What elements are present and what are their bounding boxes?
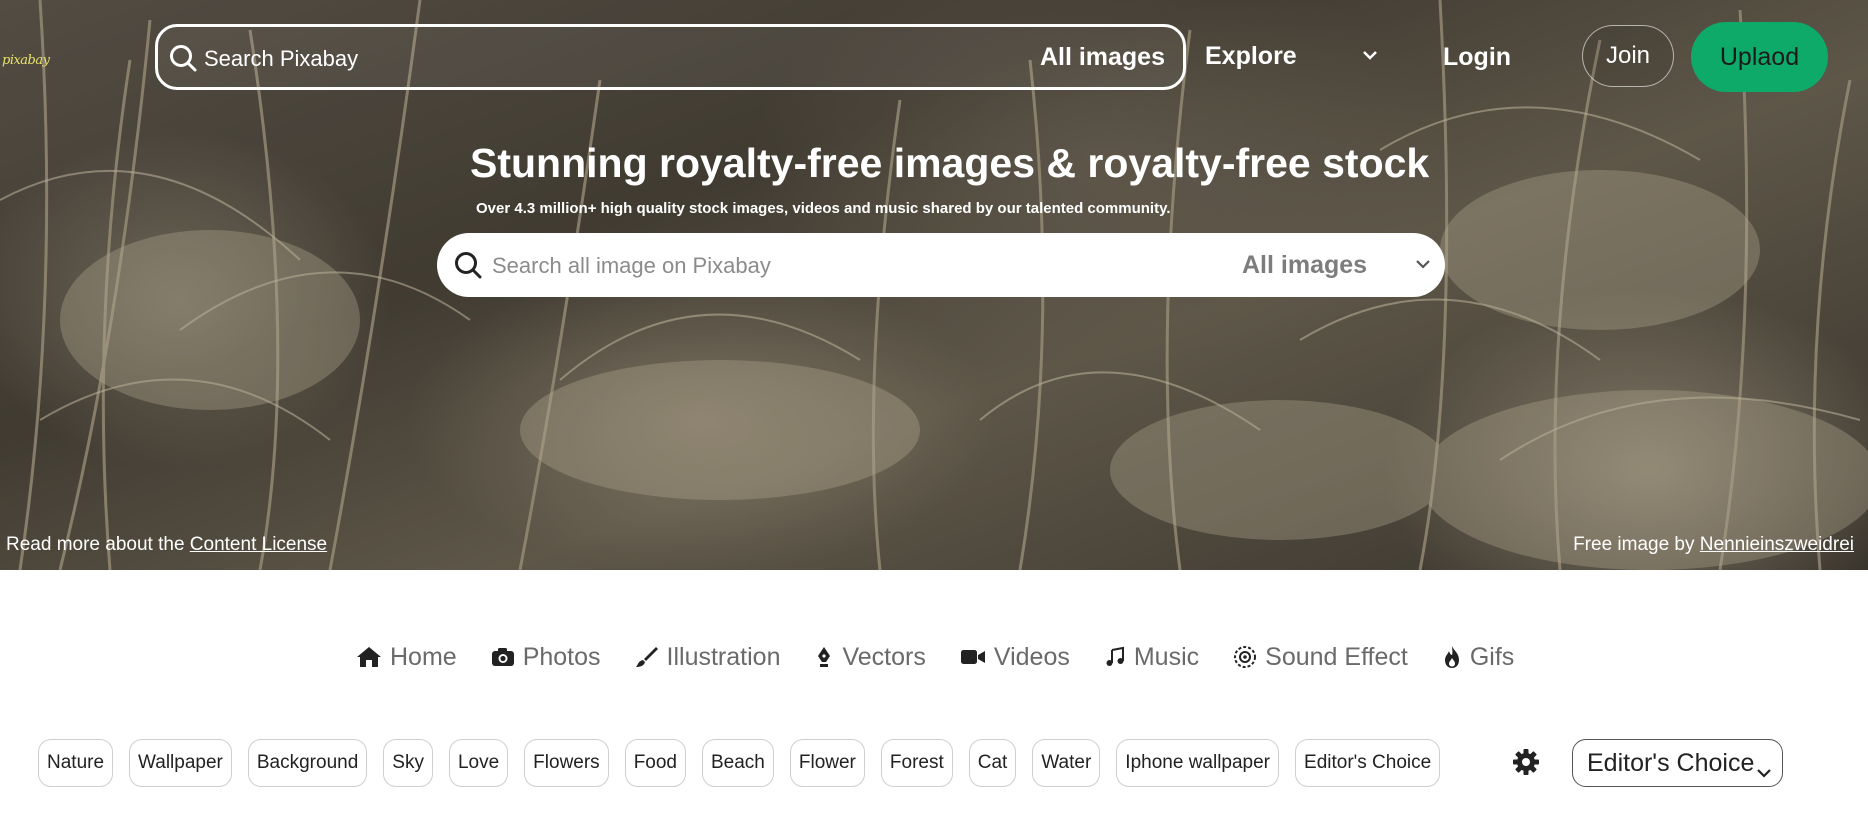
brush-icon <box>635 645 659 669</box>
search-icon <box>168 43 198 78</box>
tag-forest[interactable]: Forest <box>880 739 953 787</box>
sort-selected-value: Editor's Choice <box>1587 748 1755 777</box>
hero-search-scope-select[interactable]: All images <box>1242 251 1367 280</box>
tab-photos[interactable]: Photos <box>491 643 601 672</box>
explore-menu[interactable]: Explore <box>1205 42 1297 71</box>
tab-home[interactable]: Home <box>356 643 457 672</box>
tab-label: Music <box>1133 642 1200 671</box>
tab-label: Vectors <box>842 642 926 671</box>
author-link[interactable]: Nennieinszweidrei <box>1700 534 1854 555</box>
tab-illustration[interactable]: Illustration <box>635 642 781 672</box>
camera-icon <box>491 646 515 668</box>
credit-prefix: Free image by <box>1573 534 1700 555</box>
tag-background[interactable]: Background <box>247 739 368 787</box>
tab-vectors[interactable]: Vectors <box>814 642 926 672</box>
tab-gifs[interactable]: Gifs <box>1442 643 1514 672</box>
tag-water[interactable]: Water <box>1032 739 1101 787</box>
search-icon <box>453 250 483 285</box>
tag-flower[interactable]: Flower <box>789 739 865 787</box>
hero-search-input[interactable]: Search all image on Pixabay <box>492 253 771 279</box>
tab-label: Sound Effect <box>1265 642 1408 671</box>
tag-food[interactable]: Food <box>624 739 686 787</box>
tag-flowers[interactable]: Flowers <box>524 739 609 787</box>
content-license-note: Read more about the Content License <box>6 534 327 556</box>
tab-sound-effect[interactable]: Sound Effect <box>1233 643 1408 672</box>
media-type-tabs: Home Photos Illustration Vectors Videos … <box>356 640 1548 674</box>
pixabay-logo[interactable]: pixabay <box>2 53 50 68</box>
content-license-link[interactable]: Content License <box>190 534 327 555</box>
gear-icon[interactable] <box>1512 748 1540 781</box>
tag-editors-choice[interactable]: Editor's Choice <box>1295 739 1441 787</box>
hero-title: Stunning royalty-free images & royalty-f… <box>470 140 1430 186</box>
hero-search-bar[interactable]: Search all image on Pixabay All images <box>437 233 1445 297</box>
hero-subtitle: Over 4.3 million+ high quality stock ima… <box>476 200 1171 217</box>
header-search-bar[interactable]: Search Pixabay All images <box>155 24 1186 90</box>
tag-wallpaper[interactable]: Wallpaper <box>129 739 232 787</box>
tag-nature[interactable]: Nature <box>38 739 114 787</box>
sort-order-select[interactable]: Editor's Choice <box>1572 739 1783 787</box>
tab-videos[interactable]: Videos <box>960 643 1070 672</box>
tab-label: Illustration <box>666 642 781 671</box>
image-credit: Free image by Nennieinszweidrei <box>1573 534 1854 556</box>
flame-icon <box>1442 645 1462 669</box>
chevron-down-icon[interactable] <box>1415 257 1431 275</box>
upload-button[interactable]: Uplaod <box>1691 22 1828 92</box>
video-camera-icon <box>960 647 986 667</box>
header-search-scope-select[interactable]: All images <box>1040 43 1165 72</box>
tag-love[interactable]: Love <box>448 739 509 787</box>
join-button[interactable]: Join <box>1582 25 1674 87</box>
tab-label: Videos <box>993 642 1070 671</box>
home-icon <box>356 645 382 669</box>
license-prefix: Read more about the <box>6 534 190 555</box>
tag-sky[interactable]: Sky <box>383 739 433 787</box>
tag-cat[interactable]: Cat <box>968 739 1017 787</box>
tab-music[interactable]: Music <box>1104 643 1199 672</box>
tab-label: Photos <box>522 642 601 671</box>
pen-nib-icon <box>814 645 834 669</box>
tag-beach[interactable]: Beach <box>702 739 774 787</box>
tab-label: Home <box>390 642 457 671</box>
sound-effect-icon <box>1233 645 1257 669</box>
chevron-down-icon <box>1756 757 1772 786</box>
popular-tags: Nature Wallpaper Background Sky Love Flo… <box>38 739 1456 787</box>
login-link[interactable]: Login <box>1443 43 1511 72</box>
hero-banner: pixabay Search Pixabay All images Explor… <box>0 0 1868 570</box>
header-search-input[interactable]: Search Pixabay <box>204 46 358 72</box>
chevron-down-icon[interactable] <box>1362 48 1378 66</box>
music-icon <box>1104 646 1126 668</box>
tag-iphone-wallpaper[interactable]: Iphone wallpaper <box>1116 739 1280 787</box>
tab-label: Gifs <box>1469 642 1515 671</box>
